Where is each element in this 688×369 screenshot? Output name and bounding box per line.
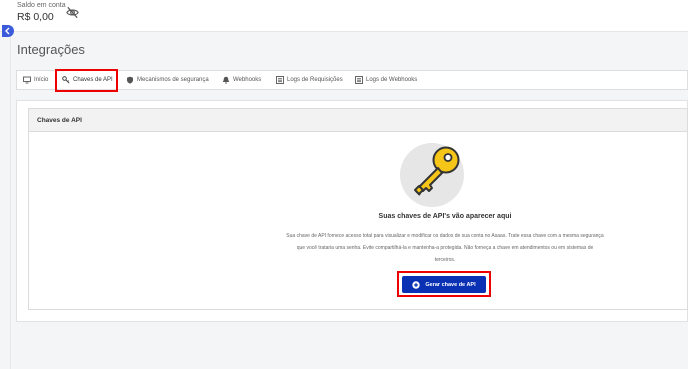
key-icon	[62, 76, 70, 84]
generate-api-key-button[interactable]: Gerar chave de API	[402, 276, 486, 293]
tab-inicio[interactable]: Início	[23, 71, 48, 89]
generate-button-label: Gerar chave de API	[425, 281, 476, 288]
key-illustration-icon	[400, 143, 464, 207]
chevron-left-icon	[5, 27, 10, 35]
tab-logs-de-requisicoes[interactable]: Logs de Requisições	[276, 71, 343, 89]
empty-state-title: Suas chaves de API's vão aparecer aqui	[378, 213, 512, 220]
tab-logs-de-webhooks[interactable]: Logs de Webhooks	[355, 71, 417, 89]
tab-bar: Início Chaves de API Mecanismos de segur…	[16, 70, 688, 90]
list-icon	[276, 76, 284, 84]
tab-label: Logs de Requisições	[287, 77, 343, 83]
eye-slash-icon[interactable]	[65, 5, 80, 20]
tab-mecanismos-de-seguranca[interactable]: Mecanismos de segurança	[126, 71, 209, 89]
card-header: Chaves de API	[29, 109, 687, 132]
top-bar: Saldo em conta R$ 0,00	[0, 0, 688, 32]
api-keys-card: Chaves de API	[28, 108, 688, 310]
list-icon	[355, 76, 363, 84]
balance-label: Saldo em conta	[17, 2, 66, 9]
tab-chaves-de-api[interactable]: Chaves de API	[62, 71, 113, 89]
tab-label: Webhooks	[233, 77, 262, 83]
tab-label: Logs de Webhooks	[366, 77, 418, 83]
plus-circle-icon	[412, 280, 421, 289]
balance-value: R$ 0,00	[17, 11, 54, 23]
shield-icon	[127, 76, 133, 84]
card-title: Chaves de API	[37, 117, 82, 124]
tab-label: Início	[34, 77, 49, 83]
page-title: Integrações	[17, 42, 85, 57]
monitor-icon	[23, 76, 31, 84]
collapse-sidebar-button[interactable]	[2, 25, 14, 37]
sidebar-divider	[10, 31, 11, 369]
tab-label: Mecanismos de segurança	[137, 77, 209, 83]
bell-icon	[222, 76, 230, 84]
tab-webhooks[interactable]: Webhooks	[222, 71, 261, 89]
empty-state-description: Sua chave de API fornece acesso total pa…	[286, 233, 604, 263]
tab-label: Chaves de API	[73, 77, 113, 83]
